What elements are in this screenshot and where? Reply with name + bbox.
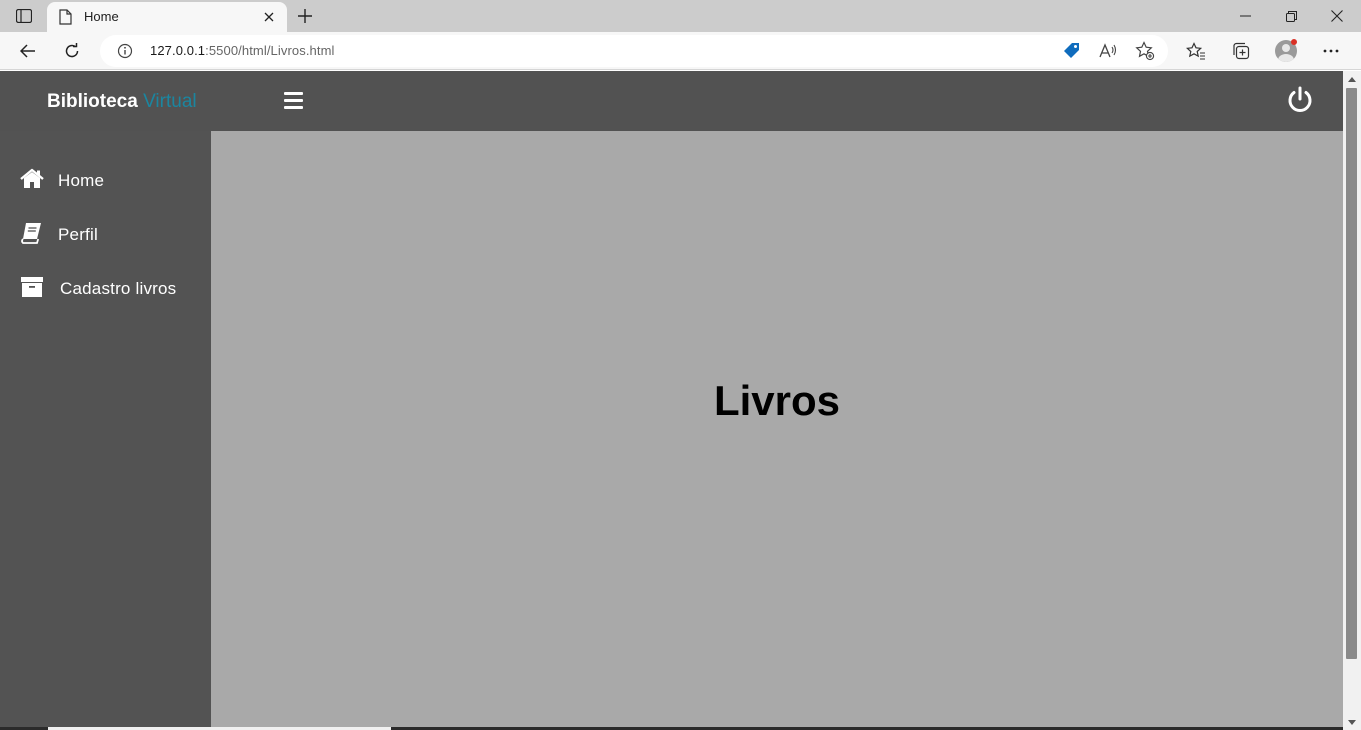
address-bar[interactable]: 127.0.0.1:5500/html/Livros.html xyxy=(100,35,1168,67)
sidebar-item-cadastro-livros[interactable]: Cadastro livros xyxy=(0,268,211,308)
read-aloud-button[interactable] xyxy=(1098,41,1118,61)
restore-icon xyxy=(1285,10,1297,22)
more-horizontal-icon xyxy=(1323,49,1339,53)
scroll-down-button[interactable] xyxy=(1343,714,1361,730)
sidebar-item-label: Perfil xyxy=(58,225,98,244)
scrollbar-thumb[interactable] xyxy=(1346,88,1357,659)
browser-tab-strip: Home xyxy=(0,0,1361,32)
url-path: :5500/html/Livros.html xyxy=(205,43,335,58)
tab-close-button[interactable] xyxy=(259,7,279,27)
avatar-body xyxy=(1278,54,1294,62)
caret-up-icon xyxy=(1348,76,1356,82)
hamburger-bar xyxy=(284,92,303,95)
read-aloud-icon xyxy=(1099,43,1117,58)
tab-actions-button[interactable] xyxy=(9,5,39,27)
avatar-head xyxy=(1282,44,1290,52)
browser-toolbar: 127.0.0.1:5500/html/Livros.html xyxy=(0,32,1361,70)
scroll-up-button[interactable] xyxy=(1343,71,1361,87)
page-viewport: Biblioteca Virtual Home Perfil Cadastro … xyxy=(0,71,1343,730)
site-header: Biblioteca Virtual xyxy=(0,71,1343,131)
collections-button[interactable] xyxy=(1226,36,1256,66)
sidebar-item-home[interactable]: Home xyxy=(0,160,211,200)
info-icon[interactable] xyxy=(117,43,133,59)
profile-notification-dot xyxy=(1291,39,1297,45)
sidebar-item-label: Home xyxy=(58,171,105,190)
tab-actions-icon xyxy=(16,9,32,23)
vertical-scrollbar[interactable] xyxy=(1343,71,1361,730)
hamburger-bar xyxy=(284,106,303,109)
main-content: Livros xyxy=(211,131,1343,730)
add-favorite-button[interactable] xyxy=(1135,41,1155,61)
refresh-icon xyxy=(65,43,79,58)
plus-icon xyxy=(298,9,312,23)
minimize-button[interactable] xyxy=(1222,0,1268,32)
sidebar-item-label: Cadastro livros xyxy=(60,279,177,298)
collections-icon xyxy=(1233,42,1250,60)
menu-toggle-button[interactable] xyxy=(284,92,303,109)
hamburger-bar xyxy=(284,99,303,102)
new-tab-button[interactable] xyxy=(293,4,317,28)
home-icon xyxy=(20,168,44,188)
url-host: 127.0.0.1 xyxy=(150,43,206,58)
tab-title: Home xyxy=(84,9,119,24)
favorites-icon xyxy=(1186,42,1205,60)
shopping-tag-button[interactable] xyxy=(1062,41,1082,61)
brand-accent: Virtual xyxy=(143,91,197,112)
tag-icon xyxy=(1064,43,1079,58)
book-icon xyxy=(21,223,41,244)
archive-box-icon xyxy=(21,277,43,297)
sidebar-nav: Home Perfil Cadastro livros xyxy=(0,131,211,730)
restore-button[interactable] xyxy=(1268,0,1314,32)
sidebar-item-perfil[interactable]: Perfil xyxy=(0,214,211,254)
close-window-button[interactable] xyxy=(1314,0,1360,32)
brand-main: Biblioteca xyxy=(47,91,138,112)
star-add-icon xyxy=(1135,41,1155,61)
site-brand[interactable]: Biblioteca Virtual xyxy=(47,91,197,113)
favorites-button[interactable] xyxy=(1181,36,1211,66)
close-icon xyxy=(1331,10,1343,22)
minimize-icon xyxy=(1239,15,1251,17)
browser-tab-active[interactable]: Home xyxy=(47,2,287,32)
power-icon[interactable] xyxy=(1285,85,1315,115)
page-title: Livros xyxy=(713,377,841,424)
refresh-button[interactable] xyxy=(57,36,87,66)
url-text[interactable]: 127.0.0.1:5500/html/Livros.html xyxy=(150,43,335,58)
page-icon xyxy=(59,9,72,25)
back-button[interactable] xyxy=(13,36,43,66)
settings-more-button[interactable] xyxy=(1316,36,1346,66)
close-icon xyxy=(264,12,274,22)
arrow-left-icon xyxy=(20,44,35,58)
caret-down-icon xyxy=(1348,719,1356,725)
